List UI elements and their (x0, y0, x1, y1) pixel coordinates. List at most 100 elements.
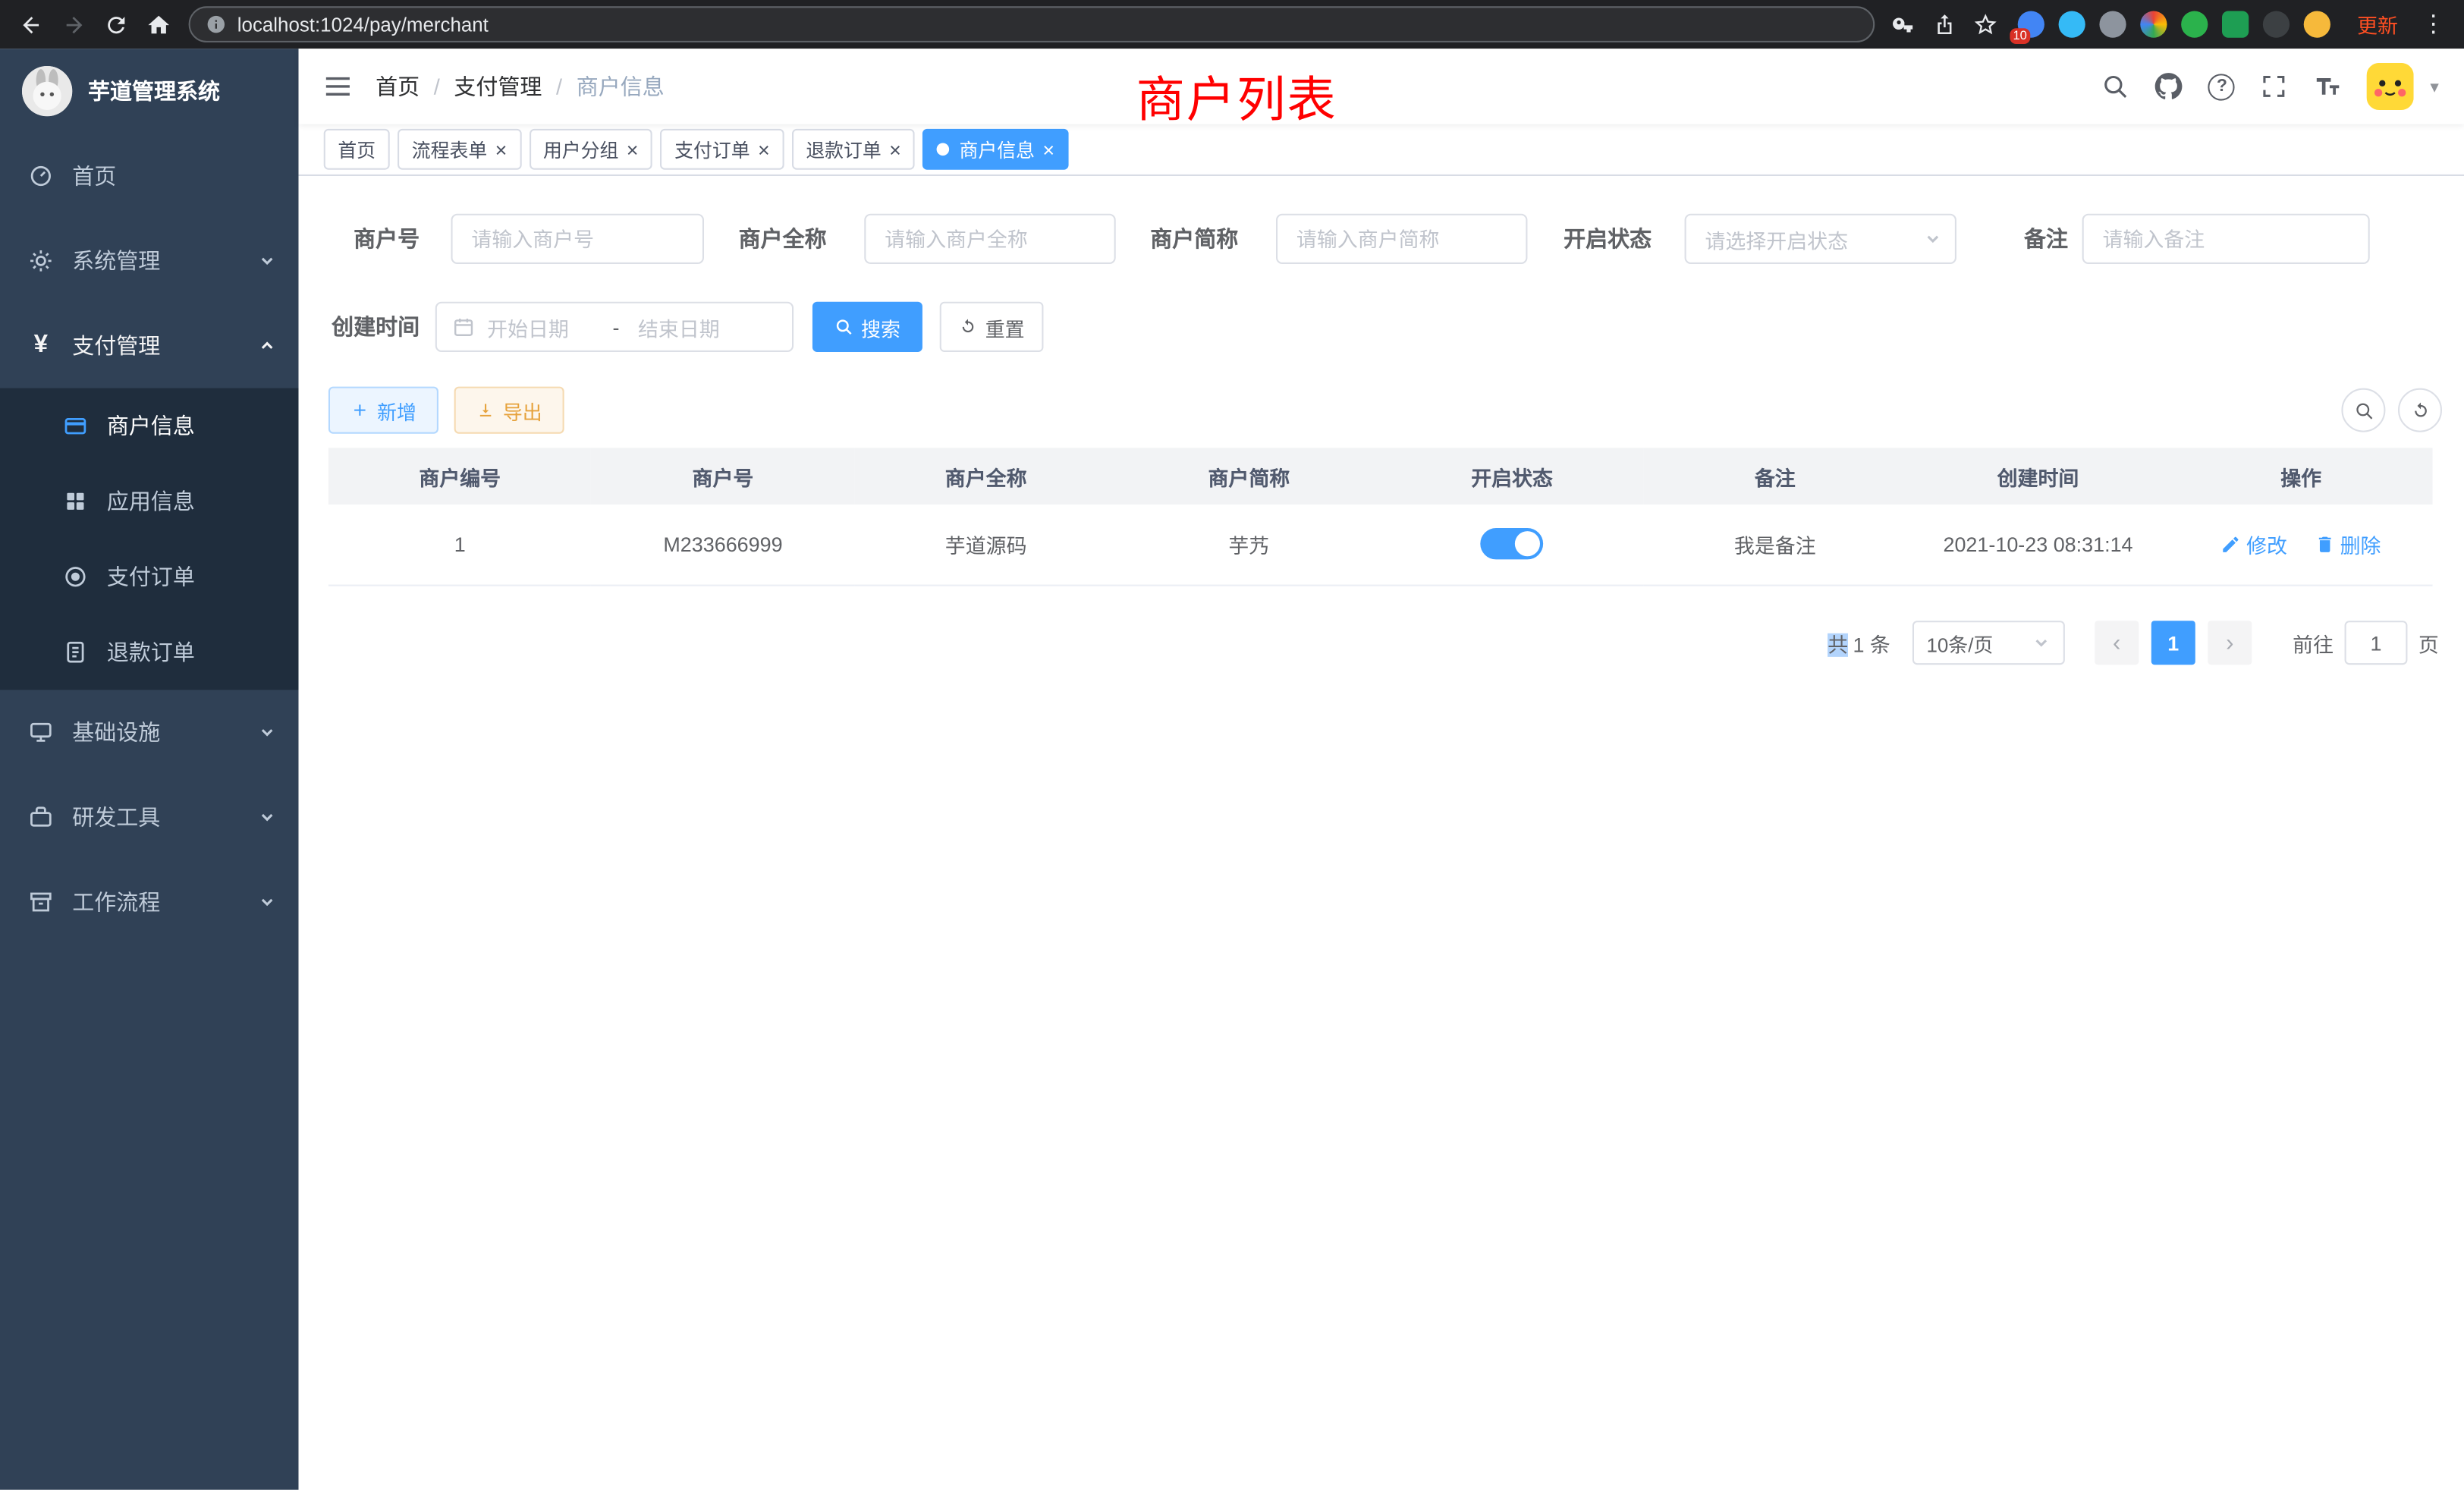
full-name-input[interactable] (864, 214, 1115, 264)
sidebar-item-system[interactable]: 系统管理 (0, 218, 299, 303)
target-icon (63, 564, 88, 589)
bookmark-star-icon[interactable] (1974, 13, 1997, 36)
github-icon[interactable] (2155, 72, 2183, 100)
sidebar-item-infrastructure[interactable]: 基础设施 (0, 690, 299, 775)
add-button[interactable]: 新增 (328, 387, 438, 434)
short-name-input[interactable] (1276, 214, 1527, 264)
tab-user-group[interactable]: 用户分组 × (529, 129, 652, 170)
extension-icon[interactable] (2181, 11, 2208, 38)
sidebar-item-workflow[interactable]: 工作流程 (0, 860, 299, 945)
share-icon[interactable] (1933, 13, 1956, 36)
sidebar-item-label: 商户信息 (107, 410, 195, 442)
extension-icon[interactable] (2263, 11, 2290, 38)
sidebar-item-dev-tools[interactable]: 研发工具 (0, 775, 299, 860)
logo-avatar (22, 66, 72, 116)
plus-icon (350, 401, 369, 420)
chrome-update-button[interactable]: 更新 (2357, 9, 2398, 39)
merchant-no-input[interactable] (451, 214, 705, 264)
sidebar-item-app-info[interactable]: 应用信息 (0, 464, 299, 539)
document-icon (63, 640, 88, 665)
sidebar-item-label: 应用信息 (107, 486, 195, 517)
add-button-label: 新增 (377, 395, 416, 425)
tab-close-icon[interactable]: × (627, 139, 639, 159)
tags-view-bar: 首页 流程表单 × 用户分组 × 支付订单 × 退款订单 × (299, 124, 2464, 176)
extension-icons: 10 (2018, 11, 2330, 38)
sidebar-item-merchant-info[interactable]: 商户信息 (0, 388, 299, 464)
tab-label: 首页 (338, 136, 376, 162)
tab-pay-order[interactable]: 支付订单 × (660, 129, 784, 170)
chrome-menu-icon[interactable]: ⋮ (2422, 13, 2445, 36)
pagination: 共1 条 10条/页 ‹ 1 › 前往 页 (1828, 621, 2439, 665)
sidebar-item-refund-order[interactable]: 退款订单 (0, 615, 299, 690)
tab-close-icon[interactable]: × (1042, 139, 1054, 159)
remark-input[interactable] (2082, 214, 2370, 264)
forward-icon[interactable] (61, 12, 86, 37)
extension-icon[interactable] (2099, 11, 2126, 38)
sidebar: 芋道管理系统 首页 系统管理 ¥ 支付管理 (0, 49, 299, 1490)
avatar-caret-icon[interactable]: ▾ (2430, 76, 2438, 96)
font-size-icon[interactable] (2314, 72, 2342, 100)
create-time-range-picker[interactable]: 开始日期 - 结束日期 (435, 302, 794, 352)
create-time-label: 创建时间 (328, 302, 420, 352)
reload-icon[interactable] (104, 12, 129, 37)
tab-home[interactable]: 首页 (324, 129, 390, 170)
tab-label: 退款订单 (806, 136, 881, 162)
fullscreen-icon[interactable] (2261, 72, 2289, 100)
tab-close-icon[interactable]: × (889, 139, 901, 159)
hamburger-icon[interactable] (322, 71, 354, 102)
export-button[interactable]: 导出 (454, 387, 564, 434)
refresh-table-button[interactable] (2398, 388, 2442, 432)
pagination-total-rest: 1 条 (1853, 633, 1890, 656)
password-key-icon[interactable] (1892, 13, 1916, 36)
status-toggle[interactable] (1481, 529, 1544, 560)
remark-field (2082, 214, 2370, 264)
prev-page-button[interactable]: ‹ (2095, 621, 2139, 665)
delete-link[interactable]: 删除 (2315, 530, 2381, 559)
back-icon[interactable] (19, 12, 44, 37)
breadcrumb-item-payment[interactable]: 支付管理 (454, 71, 542, 102)
col-short-name: 商户简称 (1117, 448, 1381, 505)
tab-close-icon[interactable]: × (758, 139, 770, 159)
breadcrumb-separator: / (434, 74, 440, 99)
extension-icon[interactable] (2140, 11, 2167, 38)
tab-merchant-info[interactable]: 商户信息 × (923, 129, 1069, 170)
search-button[interactable]: 搜索 (812, 302, 922, 352)
refresh-icon (959, 317, 978, 336)
edit-link-label: 修改 (2246, 530, 2287, 559)
sidebar-item-home[interactable]: 首页 (0, 134, 299, 218)
dashboard-icon (28, 163, 53, 188)
reset-button[interactable]: 重置 (940, 302, 1044, 352)
status-select[interactable]: 请选择开启状态 (1685, 214, 1956, 264)
extension-icon[interactable] (2222, 11, 2249, 38)
next-page-button[interactable]: › (2208, 621, 2252, 665)
toggle-search-button[interactable] (2341, 388, 2385, 432)
profile-avatar-icon[interactable] (2304, 11, 2330, 38)
breadcrumb-item-home[interactable]: 首页 (376, 71, 420, 102)
cell-merchant-no: M233666999 (592, 505, 855, 585)
help-icon[interactable]: ? (2208, 73, 2235, 99)
address-bar[interactable]: localhost:1024/pay/merchant (189, 6, 1875, 42)
current-page-button[interactable]: 1 (2151, 621, 2195, 665)
page-size-select[interactable]: 10条/页 (1912, 621, 2065, 665)
tab-label: 商户信息 (960, 136, 1035, 162)
home-icon[interactable] (146, 12, 171, 37)
tab-close-icon[interactable]: × (495, 139, 508, 159)
site-info-icon[interactable] (206, 14, 226, 35)
edit-link[interactable]: 修改 (2221, 530, 2287, 559)
app-logo[interactable]: 芋道管理系统 (0, 49, 299, 134)
user-avatar[interactable] (2368, 63, 2415, 110)
tab-process-form[interactable]: 流程表单 × (398, 129, 521, 170)
extension-icon[interactable] (2059, 11, 2085, 38)
search-icon[interactable] (2101, 72, 2129, 100)
goto-page-input[interactable] (2345, 621, 2408, 665)
merchant-table: 商户编号 商户号 商户全称 商户简称 开启状态 备注 创建时间 操作 1 (328, 448, 2433, 585)
sidebar-item-pay-order[interactable]: 支付订单 (0, 539, 299, 615)
pagination-total: 共1 条 (1828, 628, 1890, 658)
short-name-field (1276, 214, 1527, 264)
sidebar-item-payment[interactable]: ¥ 支付管理 (0, 303, 299, 388)
url-text: localhost:1024/pay/merchant (237, 14, 489, 36)
trash-icon (2315, 534, 2335, 555)
tab-refund-order[interactable]: 退款订单 × (792, 129, 916, 170)
extension-icon[interactable]: 10 (2018, 11, 2044, 38)
chevron-down-icon (258, 723, 277, 742)
